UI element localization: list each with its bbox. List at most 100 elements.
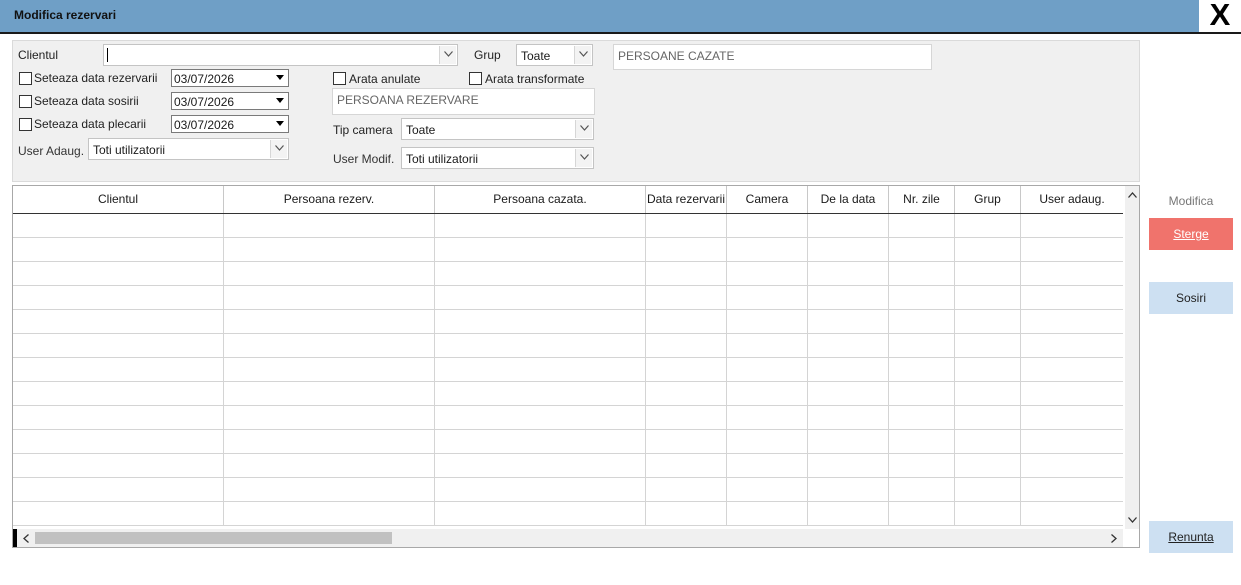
table-cell[interactable] <box>646 262 727 286</box>
table-cell[interactable] <box>224 214 435 238</box>
table-cell[interactable] <box>727 454 808 478</box>
table-cell[interactable] <box>435 310 646 334</box>
column-header-camera[interactable]: Camera <box>727 186 808 213</box>
user-modif-select[interactable]: Toti utilizatorii <box>401 147 594 169</box>
table-cell[interactable] <box>646 454 727 478</box>
table-cell[interactable] <box>889 454 955 478</box>
table-cell[interactable] <box>955 478 1021 502</box>
table-row[interactable] <box>13 286 1123 310</box>
grup-select[interactable]: Toate <box>516 44 593 66</box>
arata-anulate-checkbox[interactable] <box>333 72 346 85</box>
plecare-date-picker[interactable]: 03/07/2026 <box>171 115 289 133</box>
table-cell[interactable] <box>646 478 727 502</box>
column-header-user-adaug[interactable]: User adaug. <box>1021 186 1123 213</box>
scroll-down-icon[interactable] <box>1128 517 1137 523</box>
table-cell[interactable] <box>646 430 727 454</box>
client-combobox[interactable] <box>103 44 458 66</box>
table-cell[interactable] <box>646 238 727 262</box>
table-cell[interactable] <box>435 286 646 310</box>
renunta-button[interactable]: Renunta <box>1149 521 1233 553</box>
column-header-grup[interactable]: Grup <box>955 186 1021 213</box>
table-cell[interactable] <box>889 406 955 430</box>
table-cell[interactable] <box>808 382 889 406</box>
vertical-scrollbar[interactable] <box>1125 186 1139 529</box>
table-cell[interactable] <box>435 430 646 454</box>
chevron-down-icon[interactable] <box>575 149 592 167</box>
scroll-right-icon[interactable] <box>1111 534 1117 543</box>
chevron-down-icon[interactable] <box>575 120 592 138</box>
sosire-date-picker[interactable]: 03/07/2026 <box>171 92 289 110</box>
plecare-date-checkbox[interactable] <box>19 118 32 131</box>
table-cell[interactable] <box>224 454 435 478</box>
table-cell[interactable] <box>435 502 646 526</box>
table-cell[interactable] <box>808 214 889 238</box>
table-cell[interactable] <box>13 478 224 502</box>
table-cell[interactable] <box>646 382 727 406</box>
table-cell[interactable] <box>727 478 808 502</box>
table-cell[interactable] <box>13 430 224 454</box>
sosiri-button[interactable]: Sosiri <box>1149 282 1233 314</box>
table-cell[interactable] <box>727 286 808 310</box>
persoana-rezervare-input[interactable]: PERSOANA REZERVARE <box>332 88 595 115</box>
table-cell[interactable] <box>889 214 955 238</box>
table-cell[interactable] <box>224 358 435 382</box>
table-cell[interactable] <box>808 286 889 310</box>
table-cell[interactable] <box>13 310 224 334</box>
column-header-clientul[interactable]: Clientul <box>13 186 224 213</box>
table-cell[interactable] <box>889 478 955 502</box>
column-header-de-la-data[interactable]: De la data <box>808 186 889 213</box>
table-cell[interactable] <box>955 430 1021 454</box>
reservations-grid[interactable]: Clientul Persoana rezerv. Persoana cazat… <box>12 185 1140 548</box>
table-cell[interactable] <box>727 214 808 238</box>
table-cell[interactable] <box>224 430 435 454</box>
table-cell[interactable] <box>13 406 224 430</box>
table-cell[interactable] <box>224 334 435 358</box>
table-cell[interactable] <box>646 334 727 358</box>
table-cell[interactable] <box>13 214 224 238</box>
table-row[interactable] <box>13 262 1123 286</box>
table-cell[interactable] <box>889 310 955 334</box>
table-cell[interactable] <box>727 430 808 454</box>
table-cell[interactable] <box>13 286 224 310</box>
table-cell[interactable] <box>889 382 955 406</box>
table-cell[interactable] <box>646 358 727 382</box>
table-cell[interactable] <box>727 406 808 430</box>
table-row[interactable] <box>13 310 1123 334</box>
table-cell[interactable] <box>808 454 889 478</box>
table-cell[interactable] <box>955 286 1021 310</box>
table-cell[interactable] <box>889 430 955 454</box>
table-cell[interactable] <box>955 310 1021 334</box>
table-cell[interactable] <box>13 358 224 382</box>
table-row[interactable] <box>13 454 1123 478</box>
table-cell[interactable] <box>808 310 889 334</box>
table-cell[interactable] <box>808 430 889 454</box>
table-cell[interactable] <box>224 406 435 430</box>
table-cell[interactable] <box>224 502 435 526</box>
table-cell[interactable] <box>727 358 808 382</box>
table-cell[interactable] <box>435 358 646 382</box>
table-cell[interactable] <box>808 406 889 430</box>
sterge-button[interactable]: Sterge <box>1149 218 1233 250</box>
table-cell[interactable] <box>435 262 646 286</box>
table-cell[interactable] <box>435 214 646 238</box>
table-row[interactable] <box>13 358 1123 382</box>
table-cell[interactable] <box>955 406 1021 430</box>
table-cell[interactable] <box>889 262 955 286</box>
dropdown-arrow-icon[interactable] <box>273 71 287 85</box>
table-cell[interactable] <box>646 286 727 310</box>
table-cell[interactable] <box>646 502 727 526</box>
table-cell[interactable] <box>889 286 955 310</box>
table-cell[interactable] <box>435 478 646 502</box>
table-cell[interactable] <box>727 382 808 406</box>
table-cell[interactable] <box>808 358 889 382</box>
sosire-date-checkbox[interactable] <box>19 95 32 108</box>
chevron-down-icon[interactable] <box>574 46 591 64</box>
table-cell[interactable] <box>224 238 435 262</box>
column-header-persoana-rezerv[interactable]: Persoana rezerv. <box>224 186 435 213</box>
dropdown-arrow-icon[interactable] <box>273 94 287 108</box>
modifica-button[interactable]: Modifica <box>1149 190 1233 212</box>
table-cell[interactable] <box>224 310 435 334</box>
table-row[interactable] <box>13 406 1123 430</box>
table-row[interactable] <box>13 382 1123 406</box>
chevron-down-icon[interactable] <box>270 140 287 158</box>
